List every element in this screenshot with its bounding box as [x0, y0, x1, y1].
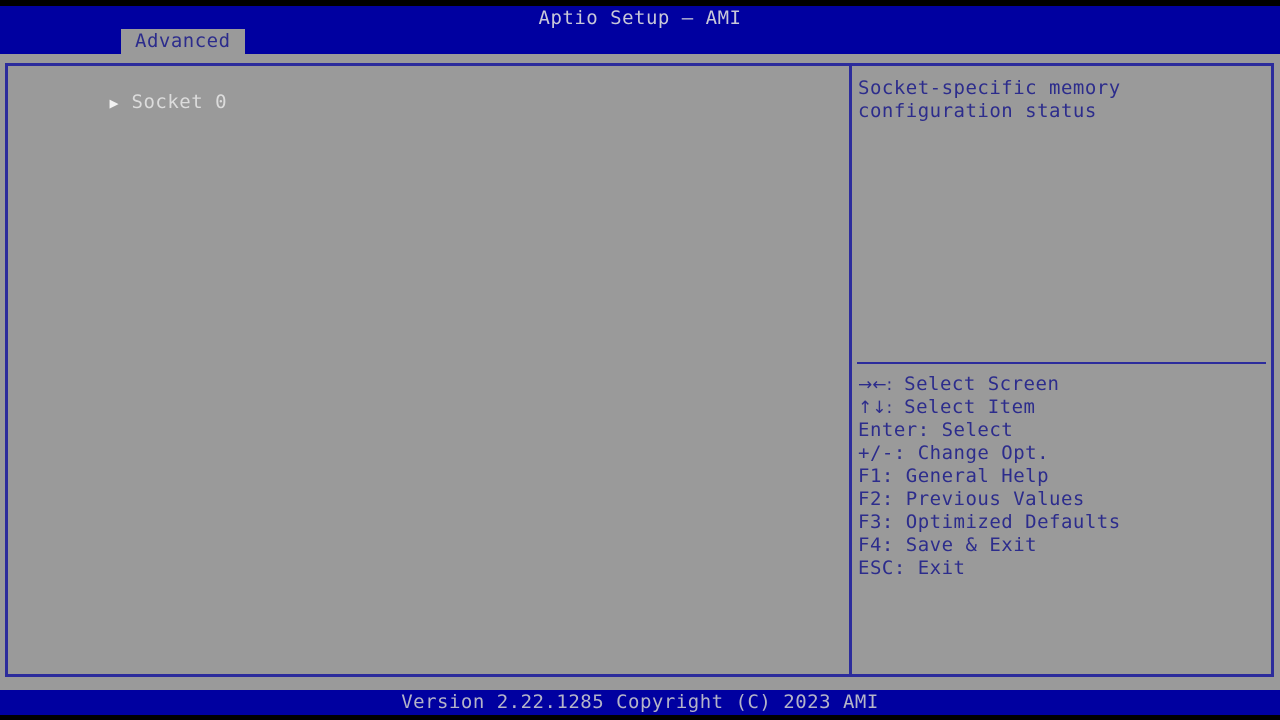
arrow-keys-lr-icon: →←: — [858, 375, 893, 395]
settings-list: ▶ Socket 0 — [10, 68, 846, 672]
list-item[interactable]: ▶ Socket 0 — [10, 68, 846, 113]
legend-action: Previous Values — [905, 488, 1085, 510]
help-divider — [857, 362, 1266, 364]
legend-action: Exit — [917, 557, 966, 579]
submenu-arrow-icon: ▶ — [109, 94, 120, 112]
legend-row-change-opt: +/-: Change Opt. — [858, 442, 1268, 465]
help-description: Socket-specific memory configuration sta… — [858, 77, 1133, 122]
legend-row-save-exit: F4: Save & Exit — [858, 534, 1268, 557]
menu-tab-strip: Advanced — [0, 29, 1280, 54]
legend-row-enter: Enter: Select — [858, 419, 1268, 442]
legend-action: Select — [941, 419, 1014, 441]
legend-action: Optimized Defaults — [905, 511, 1121, 533]
arrow-keys-ud-icon: ↑↓: — [858, 398, 893, 418]
tab-advanced[interactable]: Advanced — [121, 29, 245, 54]
panel-border-bottom — [5, 674, 1274, 677]
legend-row-optimized-defaults: F3: Optimized Defaults — [858, 511, 1268, 534]
legend-action: Select Screen — [904, 373, 1060, 395]
legend-key: ESC: — [858, 557, 906, 579]
legend-key: F4: — [858, 534, 894, 556]
content-area: ▶ Socket 0 Socket-specific memory configu… — [0, 54, 1280, 690]
panel-border-top — [5, 63, 1274, 66]
key-legend: →←: Select Screen ↑↓: Select Item Enter:… — [858, 373, 1268, 580]
legend-key: F2: — [858, 488, 894, 510]
panel-border-divider — [849, 63, 852, 677]
legend-action: Select Item — [904, 396, 1036, 418]
legend-row-select-screen: →←: Select Screen — [858, 373, 1268, 396]
sidebar-item-label: Socket 0 — [131, 91, 228, 113]
panel-border-left — [5, 63, 8, 677]
legend-action: General Help — [905, 465, 1050, 487]
help-panel: Socket-specific memory configuration sta… — [855, 68, 1269, 672]
legend-row-select-item: ↑↓: Select Item — [858, 396, 1268, 419]
legend-action: Save & Exit — [905, 534, 1038, 556]
version-text: Version 2.22.1285 Copyright (C) 2023 AMI — [401, 691, 879, 713]
panel-border-right — [1271, 63, 1274, 677]
legend-key: Enter: — [858, 419, 930, 441]
page-title: Aptio Setup – AMI — [538, 7, 742, 29]
legend-key: F1: — [858, 465, 894, 487]
legend-key: F3: — [858, 511, 894, 533]
legend-action: Change Opt. — [917, 442, 1050, 464]
legend-key: +/-: — [858, 442, 906, 464]
bios-setup-screen: Aptio Setup – AMI Advanced ▶ Socket 0 Soc… — [0, 0, 1280, 720]
legend-row-general-help: F1: General Help — [858, 465, 1268, 488]
legend-row-previous-values: F2: Previous Values — [858, 488, 1268, 511]
legend-row-exit: ESC: Exit — [858, 557, 1268, 580]
